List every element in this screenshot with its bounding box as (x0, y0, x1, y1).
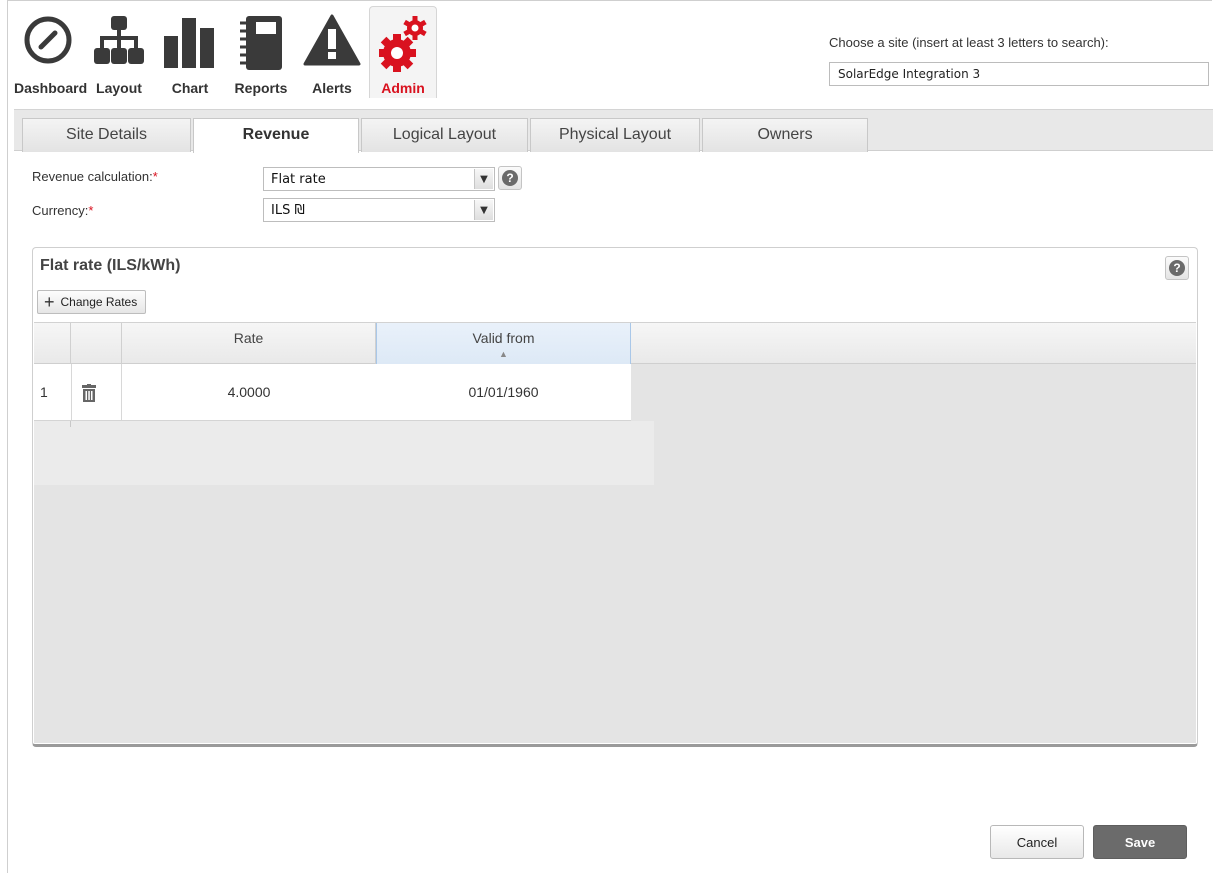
nav-layout-label: Layout (96, 80, 142, 96)
dashboard-icon (24, 16, 72, 64)
column-header-rate[interactable]: Rate (122, 323, 376, 364)
nav-chart[interactable]: Chart (156, 6, 224, 102)
column-header-valid-from-label: Valid from (472, 330, 535, 346)
revenue-calc-select[interactable]: Flat rate ▼ (263, 167, 495, 191)
nav-alerts[interactable]: Alerts (298, 6, 366, 102)
chevron-down-icon: ▼ (474, 169, 493, 189)
grid-divider (70, 421, 71, 427)
nav-dashboard[interactable]: Dashboard (14, 6, 88, 102)
row-number-header (34, 323, 71, 364)
revenue-calc-value: Flat rate (271, 172, 326, 187)
currency-label-text: Currency: (32, 203, 89, 218)
rates-grid: Rate Valid from ▲ 1 4.0000 01/01/1960 (34, 322, 1196, 743)
main-nav: Dashboard Layout Chart Reports Alerts Ad… (14, 6, 440, 102)
tab-site-details[interactable]: Site Details (22, 118, 191, 152)
chevron-down-icon: ▼ (474, 200, 493, 220)
nav-reports[interactable]: Reports (227, 6, 295, 102)
tab-revenue[interactable]: Revenue (193, 118, 359, 153)
change-rates-button[interactable]: + Change Rates (37, 290, 147, 314)
flat-rate-panel: Flat rate (ILS/kWh) ? + Change Rates Rat… (32, 247, 1198, 747)
currency-value: ILS ₪ (271, 203, 305, 218)
tab-owners[interactable]: Owners (702, 118, 868, 152)
cancel-button[interactable]: Cancel (990, 825, 1084, 859)
site-chooser-label: Choose a site (insert at least 3 letters… (829, 35, 1109, 50)
tab-physical-layout[interactable]: Physical Layout (530, 118, 700, 152)
required-marker: * (152, 169, 158, 184)
save-button[interactable]: Save (1093, 825, 1187, 859)
table-row[interactable]: 1 4.0000 01/01/1960 (34, 364, 631, 421)
sort-ascending-icon: ▲ (499, 349, 508, 359)
alert-triangle-icon (303, 14, 361, 66)
bar-chart-icon (164, 18, 214, 68)
nav-reports-label: Reports (234, 80, 288, 96)
help-icon: ? (502, 170, 518, 186)
grid-empty-area (34, 421, 654, 485)
change-rates-label: Change Rates (60, 295, 138, 309)
site-search-input[interactable]: SolarEdge Integration 3 (829, 62, 1209, 86)
nav-chart-label: Chart (171, 80, 209, 96)
row-number: 1 (40, 384, 48, 400)
actions-header (71, 323, 122, 364)
currency-select[interactable]: ILS ₪ ▼ (263, 198, 495, 222)
help-icon: ? (1169, 260, 1185, 276)
panel-title: Flat rate (ILS/kWh) (40, 257, 181, 274)
notebook-icon (240, 16, 282, 70)
revenue-calc-label: Revenue calculation:* (32, 169, 158, 184)
tab-logical-layout[interactable]: Logical Layout (361, 118, 528, 152)
revenue-help-button[interactable]: ? (498, 166, 522, 190)
panel-help-button[interactable]: ? (1165, 256, 1189, 280)
grid-header: Rate Valid from ▲ (34, 322, 1196, 364)
rate-cell: 4.0000 (227, 384, 271, 400)
nav-dashboard-label: Dashboard (14, 80, 88, 96)
tab-bar: Site Details Revenue Logical Layout Phys… (14, 109, 1213, 153)
gears-icon (379, 16, 427, 72)
delete-row-button[interactable] (71, 364, 122, 420)
nav-admin[interactable]: Admin (369, 6, 437, 98)
column-header-valid-from[interactable]: Valid from ▲ (376, 323, 631, 364)
valid-from-cell: 01/01/1960 (468, 384, 539, 400)
layout-hierarchy-icon (94, 16, 144, 64)
plus-icon: + (44, 292, 55, 312)
nav-admin-label: Admin (381, 80, 425, 96)
trash-icon (82, 384, 96, 402)
required-marker: * (88, 203, 94, 218)
nav-layout[interactable]: Layout (85, 6, 153, 102)
revenue-calc-label-text: Revenue calculation: (32, 169, 153, 184)
currency-label: Currency:* (32, 203, 93, 218)
nav-alerts-label: Alerts (312, 80, 352, 96)
